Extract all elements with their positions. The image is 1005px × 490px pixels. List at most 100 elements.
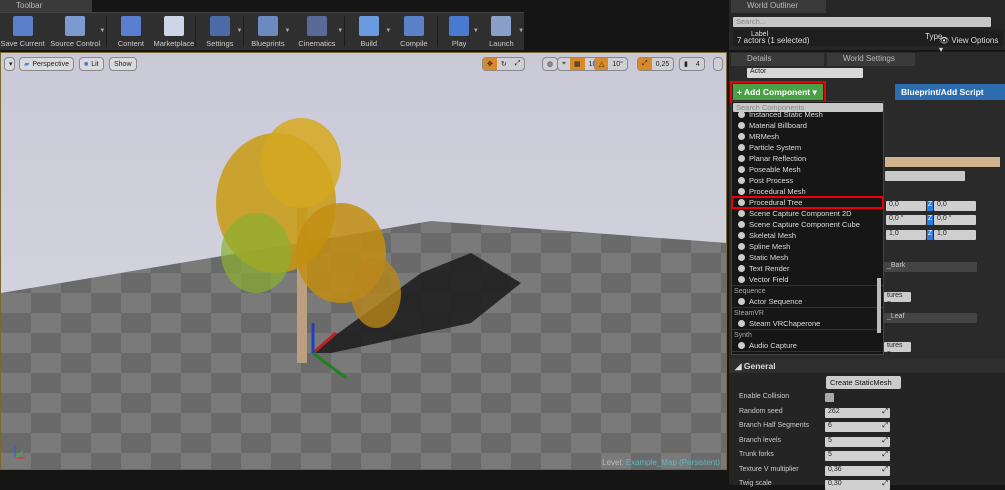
enable-collision-checkbox[interactable] bbox=[825, 393, 834, 402]
scale-snap[interactable]: ⤢ 0,25 bbox=[637, 57, 675, 71]
add-component-button[interactable]: + Add Component ▾ bbox=[730, 81, 826, 103]
menu-item[interactable]: Text Render bbox=[732, 263, 883, 274]
chevron-down-icon[interactable]: ▼ bbox=[518, 28, 524, 34]
show-button[interactable]: Show bbox=[109, 57, 137, 71]
menu-item-label: Static Mesh bbox=[749, 253, 789, 262]
tab-world-outliner[interactable]: World Outliner bbox=[731, 0, 826, 13]
menu-item[interactable]: Post Process bbox=[732, 175, 883, 186]
toolbar-button-label: Source Control bbox=[50, 39, 101, 48]
compile-button[interactable]: Compile bbox=[391, 13, 436, 51]
viewport-options-button[interactable]: ▾ bbox=[4, 57, 15, 71]
search-components-input[interactable]: Search Components bbox=[733, 103, 883, 112]
component-icon bbox=[738, 177, 745, 184]
tab-details[interactable]: Details bbox=[731, 53, 824, 66]
rotation-y-field[interactable]: 0,0 ° bbox=[886, 215, 926, 225]
create-staticmesh-button[interactable]: Create StaticMesh bbox=[826, 376, 901, 389]
rotation-snap[interactable]: △ 10° bbox=[594, 57, 628, 71]
material-leaf-select[interactable]: _Leaf bbox=[884, 313, 977, 323]
scale-icon[interactable]: ⤢ bbox=[511, 58, 525, 70]
world-local-toggle[interactable]: ◍ bbox=[542, 57, 559, 71]
outliner-search-input[interactable]: Search... bbox=[733, 17, 991, 27]
scale-snap-value[interactable]: 0,25 bbox=[652, 58, 674, 70]
property-value-field[interactable]: 0,30 bbox=[825, 480, 890, 490]
save-current-button[interactable]: Save Current bbox=[0, 13, 45, 51]
menu-item[interactable]: Scene Capture Component Cube bbox=[732, 219, 883, 230]
angle-icon[interactable]: △ bbox=[595, 58, 609, 70]
chevron-down-icon[interactable]: ▼ bbox=[337, 28, 343, 34]
location-y-field[interactable]: 0,0 bbox=[886, 201, 926, 211]
property-value-field[interactable]: 0,36 bbox=[825, 465, 890, 476]
material-bark-select[interactable]: _Bark bbox=[884, 262, 977, 272]
property-value-field[interactable]: 5 bbox=[825, 436, 890, 447]
perspective-button[interactable]: ▰ Perspective bbox=[19, 57, 74, 71]
tab-world-settings[interactable]: World Settings bbox=[827, 53, 915, 66]
menu-item[interactable]: Audio Capture bbox=[732, 340, 883, 351]
property-value-field[interactable]: 5 bbox=[825, 451, 890, 461]
build-button[interactable]: Build ▼ bbox=[346, 13, 391, 51]
maximize-viewport-button[interactable] bbox=[713, 57, 723, 71]
component-icon bbox=[738, 155, 745, 162]
property-value-field[interactable]: 6 bbox=[825, 422, 890, 432]
level-viewport[interactable]: ▾ ▰ Perspective ■ Lit Show ✥ ↻ ⤢ ◍ ⌖ ▦ 10 △ 10°… bbox=[0, 52, 727, 470]
menu-item[interactable]: Scene Capture Component 2D bbox=[732, 208, 883, 219]
save-current-icon bbox=[12, 16, 33, 36]
launch-button[interactable]: Launch ▼ bbox=[479, 13, 524, 51]
settings-button[interactable]: Settings ▼ bbox=[197, 13, 242, 51]
menu-item[interactable]: Particle System bbox=[732, 142, 883, 153]
textures-button[interactable]: tures ▾ bbox=[884, 292, 911, 307]
source-control-button[interactable]: Source Control ▼ bbox=[45, 13, 105, 51]
rotation-z-field[interactable]: 0,0 ° bbox=[934, 215, 976, 225]
translate-icon[interactable]: ✥ bbox=[483, 58, 497, 70]
toolbar-button-label: Blueprints bbox=[251, 39, 285, 48]
menu-item[interactable]: Poseable Mesh bbox=[732, 164, 883, 175]
level-label: Level: bbox=[602, 458, 624, 467]
menu-scrollbar[interactable] bbox=[877, 278, 881, 333]
play-button[interactable]: Play ▼ bbox=[439, 13, 479, 51]
menu-item[interactable]: Vector Field bbox=[732, 274, 883, 285]
blueprints-button[interactable]: Blueprints ▼ bbox=[245, 13, 291, 51]
scale-z-field[interactable]: 1,0 bbox=[934, 230, 976, 240]
menu-item-label: MRMesh bbox=[749, 132, 780, 141]
component-icon bbox=[738, 210, 745, 217]
actor-name-input[interactable]: Actor bbox=[747, 68, 863, 78]
transform-tools[interactable]: ✥ ↻ ⤢ bbox=[482, 57, 526, 71]
menu-category: Sequence bbox=[732, 285, 883, 296]
menu-item[interactable]: Material Billboard bbox=[732, 120, 883, 131]
menu-item[interactable]: Steam VRChaperone bbox=[732, 318, 883, 329]
lit-button[interactable]: ■ Lit bbox=[79, 57, 104, 71]
scale-y-field[interactable]: 1,0 bbox=[886, 230, 926, 240]
property-value-field[interactable]: 262 bbox=[825, 407, 890, 418]
general-header[interactable]: ◢ General bbox=[729, 359, 1005, 373]
content-button[interactable]: Content bbox=[108, 13, 153, 51]
menu-item[interactable]: Spline Mesh bbox=[732, 241, 883, 252]
menu-item[interactable]: Procedural Tree bbox=[732, 196, 883, 209]
camera-speed-value[interactable]: 4 bbox=[692, 58, 704, 70]
details-search-input[interactable] bbox=[885, 171, 965, 181]
camera-speed[interactable]: ▮ 4 bbox=[679, 57, 705, 71]
location-z-field[interactable]: 0,0 bbox=[934, 201, 976, 211]
menu-item[interactable]: Procedural Mesh bbox=[732, 186, 883, 197]
menu-item-label: Particle System bbox=[749, 143, 802, 152]
textures-button[interactable]: tures ▾ bbox=[884, 342, 911, 357]
rotate-icon[interactable]: ↻ bbox=[497, 58, 511, 70]
grid-icon[interactable]: ▦ bbox=[569, 58, 585, 70]
scale-snap-icon[interactable]: ⤢ bbox=[638, 58, 652, 70]
menu-item[interactable]: Planar Reflection bbox=[732, 153, 883, 164]
blueprint-add-script-button[interactable]: Blueprint/Add Script bbox=[895, 84, 1005, 100]
marketplace-button[interactable]: Marketplace bbox=[153, 13, 194, 51]
component-icon bbox=[738, 199, 745, 206]
rotation-snap-value[interactable]: 10° bbox=[608, 58, 627, 70]
cinematics-button[interactable]: Cinematics ▼ bbox=[291, 13, 343, 51]
chevron-down-icon[interactable]: ▼ bbox=[99, 28, 105, 34]
chevron-down-icon[interactable]: ▼ bbox=[236, 28, 242, 34]
toolbar-button-label: Play bbox=[451, 39, 467, 48]
menu-item[interactable]: Actor Sequence bbox=[732, 296, 883, 307]
toolbar-tab[interactable]: Toolbar bbox=[0, 0, 92, 12]
tab-label: World Settings bbox=[843, 54, 895, 63]
surface-snap-icon[interactable]: ⌖ bbox=[558, 58, 570, 70]
property-label: Random seed bbox=[739, 407, 783, 415]
menu-item[interactable]: MRMesh bbox=[732, 131, 883, 142]
selected-component-row[interactable] bbox=[885, 157, 1000, 167]
menu-item[interactable]: Skeletal Mesh bbox=[732, 230, 883, 241]
menu-item[interactable]: Static Mesh bbox=[732, 252, 883, 263]
